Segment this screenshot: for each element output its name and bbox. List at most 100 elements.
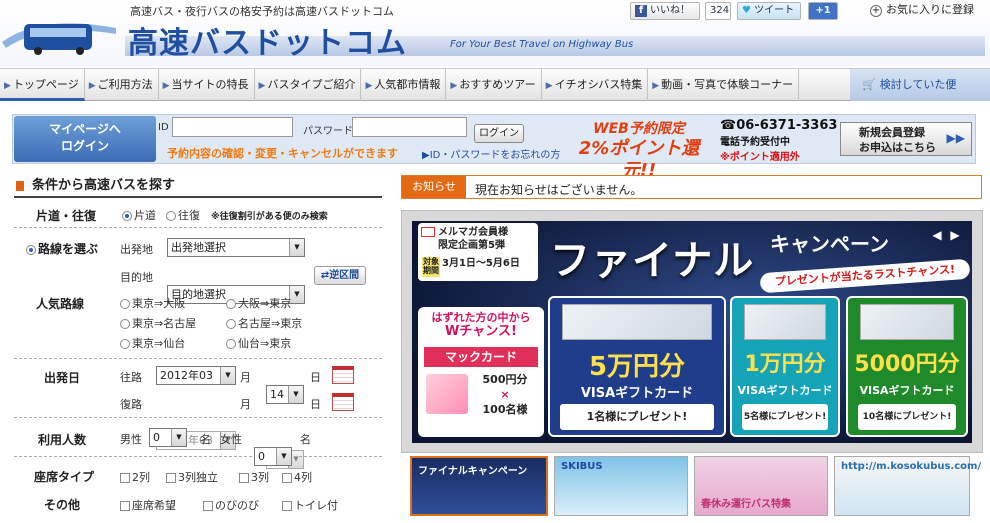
nav-cities[interactable]: ▶ 人気都市情報	[361, 69, 447, 101]
prize-amount: 5000円分	[854, 352, 960, 377]
seat-3row-checkbox[interactable]: 3列	[239, 469, 269, 485]
banner-thumb-1[interactable]: ファイナルキャンペーン	[410, 456, 548, 516]
facebook-like-button[interactable]: f いいね！	[630, 2, 700, 20]
day-unit: 日	[310, 371, 321, 384]
nav-label: 当サイトの特長	[171, 78, 249, 91]
reverse-button[interactable]: ⇄逆区間	[314, 266, 366, 285]
web-campaign-banner[interactable]: WEB予約限定 2%ポイント還元!!	[566, 118, 712, 181]
seat-3row-independent-checkbox[interactable]: 3列独立	[166, 469, 218, 485]
banner-thumb-2[interactable]: SKIBUS	[554, 456, 688, 516]
add-favorite-link[interactable]: + お気に入りに登録	[870, 1, 974, 17]
route-radio[interactable]: 路線を選ぶ	[26, 240, 98, 257]
seat-4row-checkbox[interactable]: 4列	[282, 469, 312, 485]
tweet-button[interactable]: ♥ ツイート	[737, 2, 801, 20]
nav-label: ご利用方法	[97, 78, 153, 91]
banner-next-arrow-icon[interactable]: ▶	[948, 228, 962, 242]
people-label: 利用人数	[38, 433, 87, 447]
thumb-label: 春休み運行バス特集	[701, 499, 791, 510]
outbound-day-value: 14	[270, 388, 284, 401]
swap-icon: ⇄	[320, 270, 330, 281]
campaign-title: ファイナル	[550, 238, 755, 284]
other-option-text: のびのび	[215, 499, 259, 512]
google-plus-button[interactable]: +1	[808, 2, 838, 20]
tweet-label: ツイート	[754, 5, 795, 16]
plus-circle-icon: +	[870, 5, 882, 17]
thumb-label: http://m.kosokubus.com/	[841, 461, 982, 472]
popular-route-3[interactable]: 名古屋⇒東京	[226, 315, 302, 331]
forgot-label: ID・パスワードをお忘れの方	[429, 150, 561, 161]
nav-cart[interactable]: 🛒 検討していた便	[850, 69, 990, 101]
prize-winners: 10名様にプレゼント!	[858, 404, 956, 430]
nav-label: 人気都市情報	[374, 78, 441, 91]
double-arrow-icon: ▶▶	[946, 131, 965, 145]
facebook-icon: f	[635, 5, 647, 17]
nobinobi-checkbox[interactable]: のびのび	[203, 497, 259, 513]
popular-route-2[interactable]: 東京⇒名古屋	[120, 315, 196, 331]
seat-type-text: 3列	[251, 471, 269, 484]
chevron-down-icon: ▼	[220, 367, 235, 384]
seat-label: 座席タイプ	[34, 470, 95, 484]
mm-line2: 限定企画第5弾	[438, 240, 505, 251]
nav-usage[interactable]: ▶ ご利用方法	[85, 69, 159, 101]
from-label: 出発地	[120, 243, 153, 256]
id-input[interactable]	[172, 117, 293, 137]
bus-logo-icon[interactable]	[0, 8, 118, 58]
toilet-checkbox[interactable]: トイレ付	[282, 497, 338, 513]
register-button[interactable]: 新規会員登録 お申込はこちら ▶▶	[840, 122, 972, 156]
twitter-bird-icon: ♥	[742, 5, 751, 16]
from-select[interactable]: 出発地選択 ▼	[167, 238, 305, 257]
nav-features[interactable]: ▶ 当サイトの特長	[159, 69, 255, 101]
nav-tours[interactable]: ▶ おすすめツアー	[446, 69, 542, 101]
triangle-icon: ▶	[652, 81, 660, 91]
nav-featured-bus[interactable]: ▶ イチオシバス特集	[542, 69, 649, 101]
seat-type-text: 2列	[132, 471, 150, 484]
banner-thumb-3[interactable]: 春休み運行バス特集	[694, 456, 828, 516]
male-count-select[interactable]: 0 ▼	[149, 428, 187, 447]
phone-hours: 電話予約受付中	[720, 137, 790, 148]
banner-prev-arrow-icon[interactable]: ◀	[930, 228, 944, 242]
calendar-icon[interactable]	[332, 366, 354, 384]
gift-card-image	[744, 304, 826, 340]
popular-route-5[interactable]: 仙台⇒東京	[226, 335, 291, 351]
checkbox-icon	[203, 501, 213, 511]
radio-off-icon	[120, 339, 130, 349]
return-label: 復路	[120, 398, 142, 411]
roundtrip-label: 往復	[178, 209, 200, 222]
outbound-month-select[interactable]: 2012年03 ▼	[156, 366, 236, 385]
trip-type-label: 片道・往復	[36, 209, 97, 223]
nav-video[interactable]: ▶ 動画・写真で体験コーナー	[648, 69, 800, 101]
nav-cart-label: 検討していた便	[879, 78, 957, 91]
seat-2row-checkbox[interactable]: 2列	[120, 469, 150, 485]
prize-card-2: 1万円分 VISAギフトカード 5名様にプレゼント!	[730, 296, 840, 437]
calendar-icon[interactable]	[332, 393, 354, 411]
mypage-note: 予約内容の確認・変更・キャンセルができます	[167, 147, 398, 160]
seat-type-text: 4列	[294, 471, 312, 484]
nav-label: バスタイプご紹介	[267, 78, 356, 91]
popular-route-1[interactable]: 大阪⇒東京	[226, 295, 291, 311]
outbound-day-select[interactable]: 14 ▼	[266, 385, 304, 404]
reverse-label: 逆区間	[329, 270, 360, 281]
mm-line1: メルマガ会員様	[438, 227, 508, 238]
nav-top[interactable]: ▶ トップページ	[0, 69, 85, 101]
radio-off-icon	[226, 339, 236, 349]
seat-request-checkbox[interactable]: 座席希望	[120, 497, 176, 513]
roundtrip-radio[interactable]: 往復	[166, 207, 200, 223]
oneway-radio[interactable]: 片道	[122, 207, 156, 223]
radio-off-icon	[120, 319, 130, 329]
banner-thumb-4[interactable]: http://m.kosokubus.com/	[834, 456, 981, 516]
mypage-login-button[interactable]: マイページへ ログイン	[14, 116, 156, 162]
forgot-password-link[interactable]: ▶ID・パスワードをお忘れの方	[422, 146, 560, 161]
login-button[interactable]: ログイン	[474, 124, 524, 143]
mailmagazine-badge: メルマガ会員様 限定企画第5弾 対象期間 3月1日〜5月6日	[418, 223, 538, 281]
triangle-icon: ▶	[258, 81, 266, 91]
nav-bus-types[interactable]: ▶ バスタイプご紹介	[255, 69, 362, 101]
chevron-down-icon: ▼	[288, 386, 303, 403]
prize-card-1: 5万円分 VISAギフトカード 1名様にプレゼント!	[548, 296, 726, 437]
outbound-month-value: 2012年03	[160, 369, 213, 382]
popular-route-0[interactable]: 東京⇒大阪	[120, 295, 185, 311]
site-title[interactable]: 高速バスドットコム	[128, 18, 407, 62]
password-input[interactable]	[352, 117, 467, 137]
heading-marker-icon	[16, 181, 24, 191]
popular-route-4[interactable]: 東京⇒仙台	[120, 335, 185, 351]
mac-amount: 500円分 × 100名様	[470, 372, 540, 417]
